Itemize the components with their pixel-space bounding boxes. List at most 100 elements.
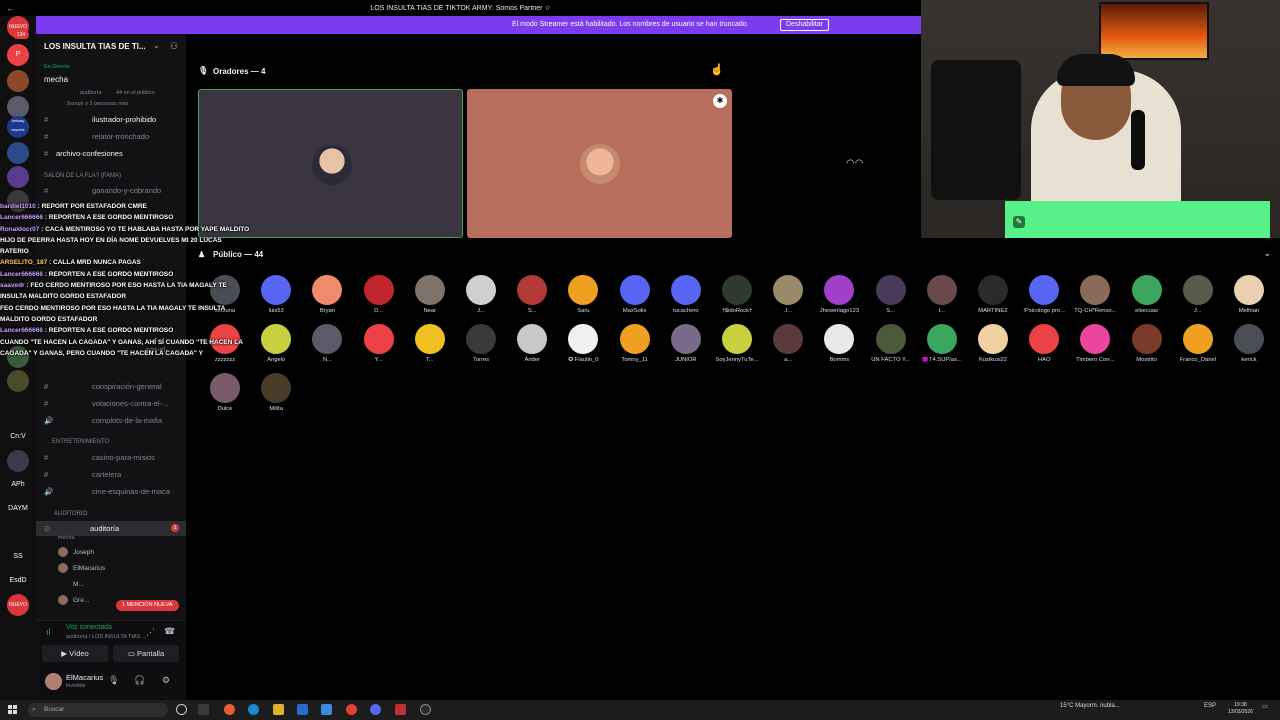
audience-member[interactable]: Saru	[558, 275, 608, 314]
voice-user[interactable]: M...	[58, 578, 84, 592]
user-name[interactable]: ElMacarius	[66, 673, 103, 682]
server-avatar[interactable]	[7, 70, 29, 92]
audience-member[interactable]: Timbero Corr...	[1070, 324, 1120, 363]
noise-suppression-icon[interactable]: ⋰	[146, 627, 155, 638]
obs-icon[interactable]	[420, 704, 431, 715]
audience-member[interactable]: S...	[507, 275, 557, 314]
audience-member[interactable]: N...	[302, 324, 352, 363]
audience-member[interactable]: I...	[917, 275, 967, 314]
channel-cartelera[interactable]: # cartelera	[36, 467, 186, 482]
notification-icon[interactable]: ▭	[1262, 703, 1268, 710]
voice-user[interactable]: Gre...	[58, 594, 89, 608]
app-icon[interactable]	[395, 704, 406, 715]
screen-share-button[interactable]: ▭ Pantalla	[113, 645, 179, 662]
gear-icon[interactable]: ⚙	[162, 675, 170, 686]
audience-member[interactable]: tucachero	[661, 275, 711, 314]
signal-icon[interactable]: ıl	[46, 627, 51, 637]
task-view-icon[interactable]	[176, 704, 187, 715]
app-icon[interactable]	[321, 704, 332, 715]
server-daym[interactable]: DAYM	[7, 498, 29, 520]
audience-member[interactable]: J...	[456, 275, 506, 314]
chrome-icon[interactable]	[346, 704, 357, 715]
explorer-icon[interactable]	[273, 704, 284, 715]
settings-icon[interactable]: ✱	[713, 94, 727, 108]
audience-member[interactable]: Torres	[456, 324, 506, 363]
taskbar-search[interactable]: ⌕ Buscar	[28, 703, 168, 717]
audience-member[interactable]: Ander	[507, 324, 557, 363]
server-nuevo-bottom[interactable]: NUEVO	[7, 594, 29, 616]
headphones-icon[interactable]: 🎧	[134, 675, 145, 686]
audience-member[interactable]: Jhesenlago123	[814, 275, 864, 314]
audience-member[interactable]: MARTINEZ	[968, 275, 1018, 314]
add-user-icon[interactable]: ⚇	[170, 41, 178, 52]
channel-ganando[interactable]: # ganando-y-cobrando	[36, 183, 186, 198]
disable-streamer-button[interactable]: Deshabilitar	[780, 19, 829, 31]
audience-member[interactable]: Tomny_11	[610, 324, 660, 363]
copilot-icon[interactable]	[224, 704, 235, 715]
audience-member[interactable]: HAO	[1019, 324, 1069, 363]
audience-member[interactable]: Dulce	[200, 373, 250, 412]
speaker-avatar-glasses[interactable]: ◠◠	[846, 158, 863, 169]
audience-member[interactable]: J...	[763, 275, 813, 314]
audience-member[interactable]: Mostrito	[1122, 324, 1172, 363]
mic-icon[interactable]: 🎙	[108, 675, 119, 686]
widgets-icon[interactable]	[198, 704, 209, 715]
speaker-tile[interactable]: ✱	[467, 89, 732, 238]
audience-member[interactable]: JUNIOR	[661, 324, 711, 363]
video-button[interactable]: ▶ Vídeo	[42, 645, 108, 662]
audience-member[interactable]: SoyJennyTuTe...	[712, 324, 762, 363]
channel-auditoria-active[interactable]: ⊙ auditoría	[36, 521, 186, 536]
server-avatar[interactable]	[7, 370, 29, 392]
windows-start-icon[interactable]	[8, 705, 18, 715]
server-avatar[interactable]	[7, 96, 29, 118]
voice-connected-label[interactable]: Voz conectada	[66, 624, 112, 631]
channel-ilustrador[interactable]: # ilustrador-prohibido	[36, 112, 186, 127]
discord-icon[interactable]	[370, 704, 381, 715]
channel-casino[interactable]: # casino-para-misios	[36, 450, 186, 465]
server-avatar[interactable]	[7, 142, 29, 164]
chevron-down-icon[interactable]: ⌄	[1264, 249, 1271, 258]
audience-member[interactable]: !Psicologo pro...	[1019, 275, 1069, 314]
server-aph[interactable]: APh	[7, 474, 29, 496]
audience-member[interactable]: Near	[405, 275, 455, 314]
audience-member[interactable]: kerick	[1224, 324, 1274, 363]
audience-member[interactable]: Bryan	[302, 275, 352, 314]
audience-member[interactable]: 😈T4.SUP/as...	[917, 324, 967, 363]
channel-archivo[interactable]: # archivo-confesiones	[36, 146, 186, 161]
language-label[interactable]: ESP	[1204, 703, 1216, 709]
audience-member[interactable]: Y...	[354, 324, 404, 363]
audience-member[interactable]: J...	[1173, 275, 1223, 314]
voice-location[interactable]: auditoría / LOS INSULTA TIAS ...	[66, 634, 146, 640]
server-p[interactable]: P	[7, 44, 29, 66]
voice-user[interactable]: ElMacarius	[58, 562, 105, 576]
new-mention-pill[interactable]: 1 MENCIÓN NUEVA	[116, 600, 179, 611]
channel-complots[interactable]: 🔊 complots-de-la-mafia	[36, 413, 186, 428]
audience-member[interactable]: UN FACTO Y...	[866, 324, 916, 363]
user-avatar[interactable]	[45, 673, 62, 690]
server-cnv[interactable]: Cn:V	[7, 426, 29, 448]
category-entertainment[interactable]: ENTRETENIMIENTO	[52, 439, 109, 445]
server-betway[interactable]: betway esports	[7, 116, 29, 138]
audience-member[interactable]: Bomms	[814, 324, 864, 363]
chevron-down-icon[interactable]: ⌄	[153, 41, 160, 50]
server-ss[interactable]: SS	[7, 546, 29, 568]
audience-member[interactable]: Milita	[251, 373, 301, 412]
audience-member[interactable]: MaxSolis	[610, 275, 660, 314]
audience-member[interactable]: Franco_Dariel	[1173, 324, 1223, 363]
channel-relator[interactable]: # relator-tronchado	[36, 129, 186, 144]
weather-label[interactable]: 15°C Mayorm. nubla...	[1060, 703, 1120, 709]
audience-member[interactable]: TQ-CH*Renxo...	[1070, 275, 1120, 314]
audience-member[interactable]: ✪ Flautin_0	[558, 324, 608, 363]
channel-conspiracion[interactable]: # conspiración-general	[36, 379, 186, 394]
taskbar-clock[interactable]: 19:38 13/03/2026	[1228, 702, 1253, 716]
audience-member[interactable]: D...	[354, 275, 404, 314]
audience-member[interactable]: elsecuas	[1122, 275, 1172, 314]
category-fame[interactable]: SALÓN DE LA FLA? (FAMA)	[44, 173, 121, 179]
audience-member[interactable]: Melhian	[1224, 275, 1274, 314]
audience-member[interactable]: S...	[866, 275, 916, 314]
server-name[interactable]: LOS INSULTA TIAS DE TI...	[44, 42, 146, 51]
server-avatar[interactable]	[7, 450, 29, 472]
stream-name[interactable]: mecha	[44, 75, 68, 84]
server-esdd[interactable]: EsdD	[7, 570, 29, 592]
audience-member[interactable]: †$idoRock†	[712, 275, 762, 314]
